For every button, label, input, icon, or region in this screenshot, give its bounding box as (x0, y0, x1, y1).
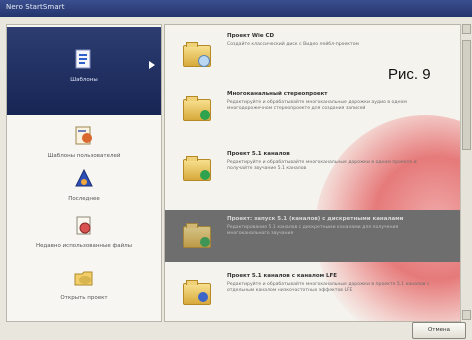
project-description: Создайте классический диск с Видео лейбл… (227, 42, 360, 47)
project-item-selected[interactable]: Проект: запуск 5.1 (каналов) с дискретны… (165, 210, 460, 262)
sidebar-item-label: Шаблоны (70, 77, 98, 83)
user-templates-icon (73, 125, 95, 151)
sidebar-item-label: Последнее (68, 196, 100, 202)
sidebar: Шаблоны Шаблоны пользователей Последнее … (6, 24, 162, 322)
sidebar-item-label: Недавно использованные файлы (35, 243, 133, 249)
sidebar-item-open-project[interactable]: Открыть проект (7, 267, 161, 301)
project-title: Многоканальный стереопроект (227, 91, 328, 97)
project-item[interactable]: Многоканальный стереопроект Редактируйте… (165, 85, 460, 133)
sidebar-item-label: Шаблоны пользователей (47, 153, 121, 159)
sidebar-item-user-templates[interactable]: Шаблоны пользователей (7, 125, 161, 159)
title-bar: Nero StartSmart (0, 0, 472, 17)
recent-files-icon (73, 215, 95, 241)
start-dialog-window: Nero StartSmart Шаблоны Шаблоны пользова… (0, 0, 472, 340)
cancel-button[interactable]: Отмена (412, 322, 466, 339)
sidebar-item-templates[interactable]: Шаблоны (7, 27, 161, 115)
project-title: Проект 5.1 каналов с каналом LFE (227, 273, 338, 279)
scroll-up-button[interactable] (462, 24, 471, 34)
project-description: Редактируйте и обрабатывайте многоканаль… (227, 100, 407, 111)
scroll-thumb[interactable] (462, 40, 471, 150)
window-title: Nero StartSmart (6, 3, 65, 11)
project-description: Редактируйте и обрабатывайте многоканаль… (227, 160, 417, 171)
open-project-icon (73, 267, 95, 293)
folder-cd-icon (183, 42, 211, 67)
folder-discrete-icon (183, 223, 211, 248)
project-title: Проект: запуск 5.1 (каналов) с дискретны… (227, 216, 404, 222)
recent-icon (73, 168, 95, 194)
vertical-scrollbar[interactable] (460, 24, 472, 320)
folder-lfe-icon (183, 280, 211, 305)
project-title: Проект Wie CD (227, 33, 275, 39)
figure-label: Рис. 9 (388, 66, 431, 83)
project-description: Редактируйте и обрабатывайте многоканаль… (227, 282, 430, 293)
sidebar-item-recent[interactable]: Последнее (7, 168, 161, 202)
folder-surround-icon (183, 156, 211, 181)
folder-stereo-icon (183, 96, 211, 121)
scroll-down-button[interactable] (462, 310, 471, 320)
document-icon (75, 49, 93, 75)
sidebar-item-recent-files[interactable]: Недавно использованные файлы (7, 215, 161, 249)
project-description: Редактирование 5.1 каналов с дискретными… (227, 225, 399, 236)
sidebar-item-label: Открыть проект (60, 295, 108, 301)
project-title: Проект 5.1 каналов (227, 151, 290, 157)
selected-arrow-icon (149, 61, 155, 69)
project-item[interactable]: Проект 5.1 каналов с каналом LFE Редакти… (165, 267, 460, 321)
project-item[interactable]: Проект 5.1 каналов Редактируйте и обраба… (165, 145, 460, 195)
